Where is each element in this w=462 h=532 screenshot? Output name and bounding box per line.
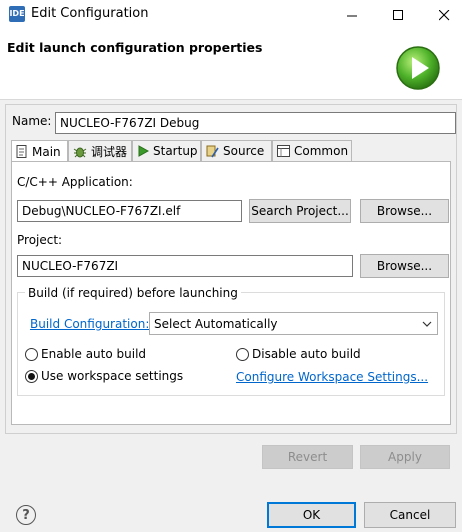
revert-button[interactable]: Revert: [262, 445, 353, 469]
tab-main[interactable]: Main: [11, 140, 68, 162]
tab-label: 调试器: [91, 144, 128, 159]
app-icon: IDE: [9, 6, 25, 22]
maximize-button[interactable]: [378, 0, 418, 30]
debugger-bug-icon: [73, 147, 87, 157]
name-label: Name:: [12, 114, 52, 128]
build-group-title: Build (if required) before launching: [25, 286, 241, 300]
ok-button[interactable]: OK: [267, 502, 356, 528]
tab-debugger[interactable]: 调试器: [68, 140, 132, 161]
minimize-button[interactable]: [332, 0, 372, 30]
configure-workspace-settings-link[interactable]: Configure Workspace Settings...: [236, 370, 428, 384]
minimize-icon: [346, 15, 357, 16]
tab-label: Startup: [153, 144, 198, 158]
title-bar: IDE Edit Configuration: [0, 0, 462, 30]
project-label: Project:: [17, 233, 63, 247]
browse-project-button[interactable]: Browse...: [360, 254, 449, 278]
use-workspace-settings-label: Use workspace settings: [41, 369, 184, 383]
search-project-button[interactable]: Search Project...: [249, 199, 351, 223]
disable-auto-build-label: Disable auto build: [252, 347, 361, 361]
run-play-icon: [396, 46, 440, 90]
page-title: Edit launch configuration properties: [7, 40, 263, 55]
project-input[interactable]: [17, 255, 353, 277]
help-icon[interactable]: ?: [16, 505, 36, 525]
close-icon: [438, 9, 449, 20]
app-label: C/C++ Application:: [17, 175, 133, 189]
close-button[interactable]: [424, 0, 462, 30]
name-input[interactable]: [55, 112, 456, 134]
build-configuration-value: Select Automatically: [154, 316, 278, 331]
startup-play-icon: [138, 145, 149, 157]
tab-label: Common: [294, 144, 349, 158]
disable-auto-build-radio[interactable]: [236, 348, 249, 361]
enable-auto-build-radio[interactable]: [25, 348, 38, 361]
app-path-input[interactable]: [17, 200, 242, 222]
maximize-icon: [392, 9, 403, 20]
use-workspace-settings-radio[interactable]: [25, 370, 38, 383]
header-banner: Edit launch configuration properties: [0, 30, 462, 100]
tab-source[interactable]: Source: [201, 140, 272, 161]
apply-button[interactable]: Apply: [360, 445, 450, 469]
enable-auto-build-label: Enable auto build: [41, 347, 147, 361]
build-configuration-select[interactable]: Select Automatically: [149, 312, 438, 335]
cancel-button[interactable]: Cancel: [364, 502, 456, 528]
common-table-icon: [277, 145, 290, 157]
main-page-icon: [16, 145, 27, 158]
tab-common[interactable]: Common: [272, 140, 352, 161]
browse-app-button[interactable]: Browse...: [360, 199, 449, 223]
tab-startup[interactable]: Startup: [132, 140, 201, 161]
build-configuration-link[interactable]: Build Configuration:: [30, 317, 149, 331]
source-icon: [206, 145, 219, 157]
tab-label: Source: [223, 144, 265, 158]
tab-label: Main: [32, 144, 61, 159]
chevron-down-icon: [422, 321, 432, 327]
window-title: Edit Configuration: [31, 6, 149, 21]
